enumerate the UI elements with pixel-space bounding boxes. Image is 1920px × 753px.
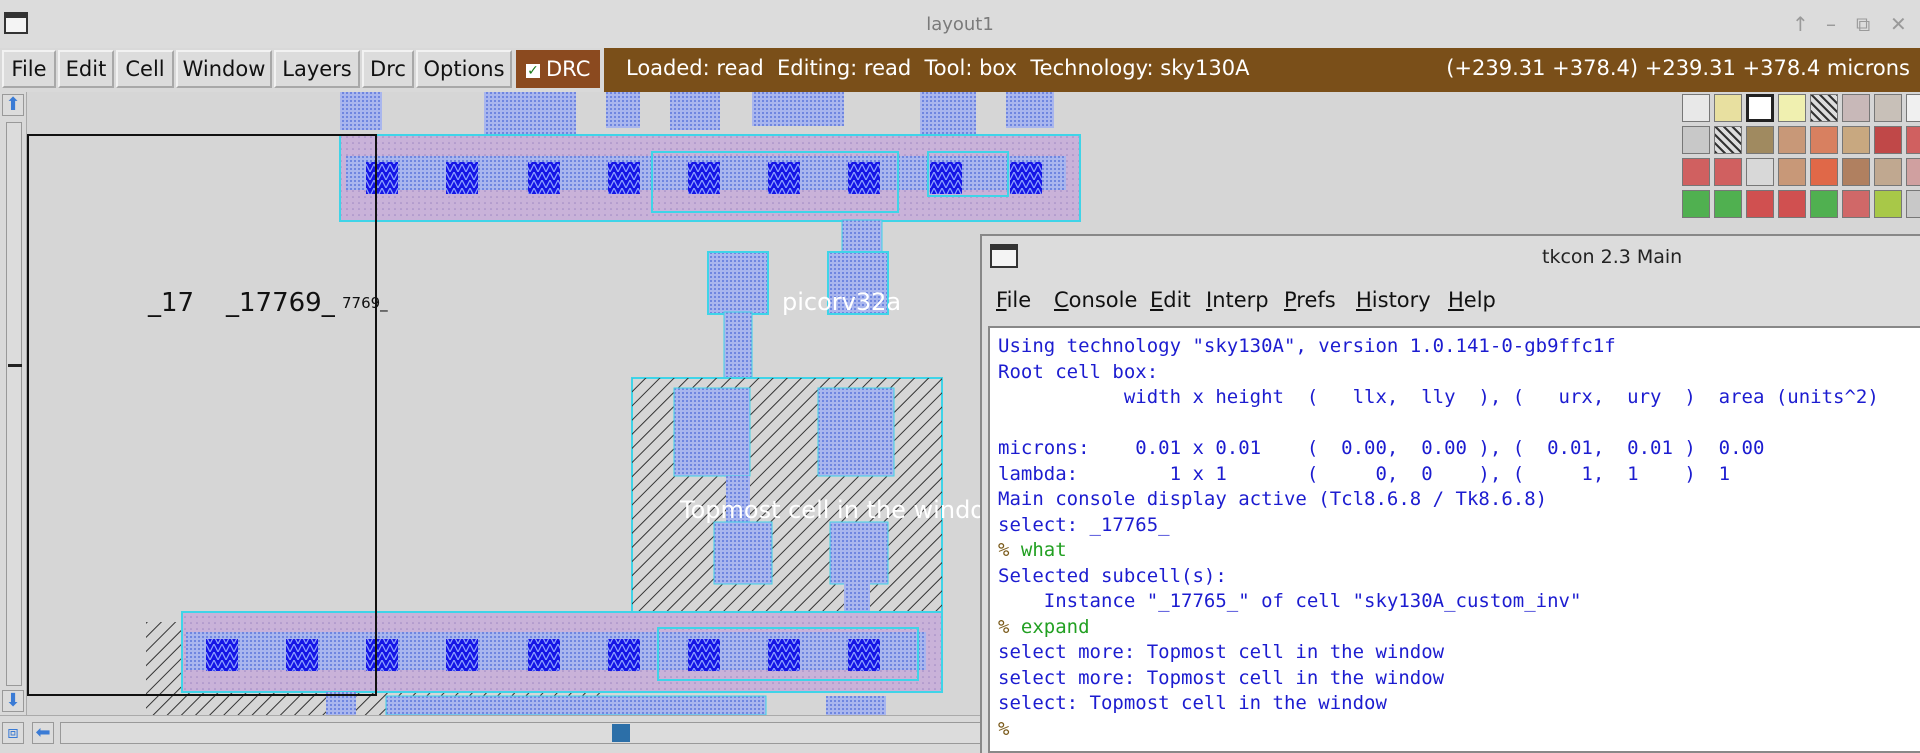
cursor-coords: (+239.31 +378.4) +239.31 +378.4 microns [1446,56,1910,80]
vertical-scrollbar[interactable]: ⬆ ⬇ [0,92,27,715]
layer-swatch[interactable] [1682,190,1710,218]
window-menu-icon[interactable] [990,244,1018,268]
console-output: Using technology "sky130A", version 1.0.… [998,334,1879,742]
layer-swatch[interactable] [1682,126,1710,154]
status-text: Loaded: read Editing: read Tool: box Tec… [626,56,1250,80]
layer-swatch[interactable] [1810,158,1838,186]
console-command-line: % [998,717,1010,740]
lock-icon[interactable] [1906,190,1920,218]
menu-layers[interactable]: Layers [274,50,360,88]
lock-icon[interactable] [1906,126,1920,154]
tkcon-menu-edit[interactable]: Edit [1150,288,1191,312]
layer-swatch[interactable] [1682,94,1710,122]
menu-file[interactable]: File [2,50,56,88]
console-output-line: Using technology "sky130A", version 1.0.… [998,335,1616,357]
menu-window[interactable]: Window [176,50,272,88]
drc-toggle-label: DRC [546,57,591,81]
menu-edit[interactable]: Edit [58,50,114,88]
layer-swatch[interactable] [1746,158,1774,186]
console-output-line: select more: Topmost cell in the window [998,641,1445,663]
scroll-left-icon[interactable]: ⬅ [32,722,54,744]
console-output-line: width x height ( llx, lly ), ( urx, ury … [998,386,1879,408]
tkcon-title: tkcon 2.3 Main [1542,246,1683,268]
lock-icon[interactable] [1810,126,1838,154]
lock-icon[interactable] [1842,126,1870,154]
lock-icon[interactable] [1714,158,1742,186]
console-output-line: Selected subcell(s): [998,564,1227,587]
console-output-line: Main console display active (Tcl8.6.8 / … [998,488,1548,510]
tkcon-titlebar: tkcon 2.3 Main [982,236,1920,278]
tkcon-menu-history[interactable]: History [1356,288,1431,312]
layer-swatch[interactable] [1746,126,1774,154]
scroll-down-icon[interactable]: ⬇ [2,690,24,712]
console-command-line: % what [998,539,1067,561]
window-titlebar: layout1 ↑ – ⧉ ✕ [0,0,1920,49]
console-output-line: select more: Topmost cell in the window [998,666,1445,689]
menu-drc[interactable]: Drc [362,50,414,88]
horizontal-scrollbar[interactable]: ⧈ ⬅ [0,715,990,752]
cell-name-label: picorv32a [782,288,902,316]
tkcon-menu-interp[interactable]: Interp [1206,288,1269,312]
layer-swatch[interactable] [1714,94,1742,122]
tkcon-menu-console[interactable]: Console [1054,288,1137,312]
scroll-up-icon[interactable]: ⬆ [2,94,24,116]
tkcon-menu-prefs[interactable]: Prefs [1284,288,1336,312]
layer-swatch[interactable] [1714,126,1742,154]
tkcon-window: tkcon 2.3 Main File Console Edit Interp … [980,234,1920,753]
check-icon: ✓ [526,63,540,79]
scroll-thumb[interactable] [8,364,22,367]
close-icon[interactable]: ✕ [1890,12,1907,36]
layer-swatch[interactable] [1778,158,1806,186]
console-output-line: Root cell box: [998,360,1159,383]
maximize-icon[interactable]: ⧉ [1856,12,1870,36]
menu-cell[interactable]: Cell [116,50,174,88]
scroll-track[interactable] [6,122,22,686]
layer-swatch[interactable] [1874,94,1902,122]
lock-icon[interactable] [1906,94,1920,122]
scroll-thumb[interactable] [612,724,630,742]
lock-icon[interactable] [1682,158,1710,186]
console-output-line: select: _17765_ [998,513,1170,536]
instance-label: _17 [148,288,195,318]
layer-swatch[interactable] [1874,158,1902,186]
window-title: layout1 [926,14,994,35]
lock-icon[interactable] [1906,158,1920,186]
tkcon-console[interactable]: Using technology "sky130A", version 1.0.… [988,326,1920,753]
layer-swatch[interactable] [1842,190,1870,218]
instance-label: _17769_ [226,288,335,318]
layer-swatch[interactable] [1714,190,1742,218]
menu-options[interactable]: Options [416,50,512,88]
layer-swatch[interactable] [1746,94,1774,122]
tkcon-menu-file[interactable]: File [996,288,1031,312]
console-output-line: select: Topmost cell in the window [998,692,1387,714]
layer-swatch[interactable] [1874,190,1902,218]
layer-swatch[interactable] [1842,158,1870,186]
tkcon-menu-bar: File Console Edit Interp Prefs History H… [982,278,1920,318]
console-output-line: microns: 0.01 x 0.01 ( 0.00, 0.00 ), ( 0… [998,437,1765,459]
drc-toggle[interactable]: ✓ DRC [516,50,600,88]
zoom-box-icon[interactable]: ⧈ [2,722,24,744]
layer-swatch[interactable] [1874,126,1902,154]
lock-icon[interactable] [1778,126,1806,154]
layer-swatch[interactable] [1778,190,1806,218]
layer-swatch[interactable] [1746,190,1774,218]
tkcon-menu-help[interactable]: Help [1448,288,1496,312]
layer-swatch[interactable] [1778,94,1806,122]
layer-swatch[interactable] [1842,94,1870,122]
raise-icon[interactable]: ↑ [1792,12,1809,36]
minimize-icon[interactable]: – [1826,12,1836,36]
console-output-line: lambda: 1 x 1 ( 0, 0 ), ( 1, 1 ) 1 [998,462,1731,485]
layer-palette [1656,92,1920,242]
layer-swatch[interactable] [1810,94,1838,122]
scroll-track[interactable] [60,722,982,744]
topmost-label: Topmost cell in the windo [680,496,985,524]
console-output-line: Instance "_17765_" of cell "sky130A_cust… [998,590,1582,612]
instance-label: 7769_ [342,294,388,312]
layer-swatch[interactable] [1810,190,1838,218]
console-command-line: % expand [998,615,1090,638]
